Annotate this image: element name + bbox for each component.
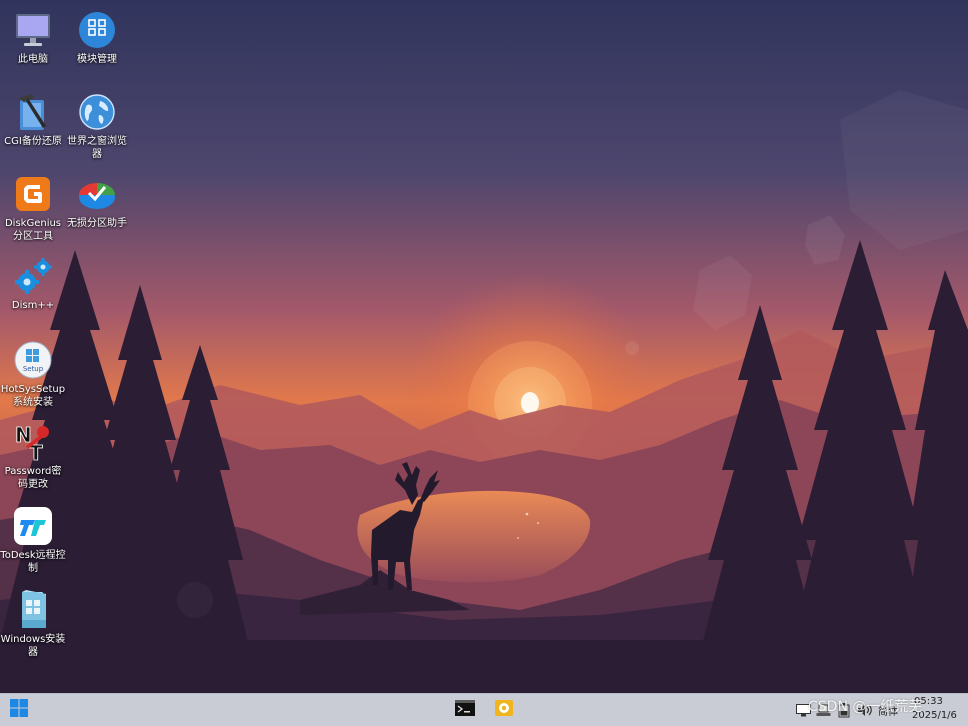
password-key-icon: N T xyxy=(13,422,53,462)
module-manager-icon xyxy=(77,10,117,50)
gears-icon xyxy=(13,256,53,296)
terminal-icon xyxy=(455,700,475,720)
windows-start-icon xyxy=(10,699,28,721)
globe-browser-icon xyxy=(77,92,117,132)
desktop-icon-cgi-backup[interactable]: CGI备份还原 xyxy=(0,92,66,148)
desktop-icon-todesk[interactable]: ToDesk远程控制 xyxy=(0,506,66,575)
watermark: CSDN @一纸荒芜 xyxy=(808,699,923,715)
todesk-icon xyxy=(13,506,53,546)
icon-label: 模块管理 xyxy=(77,54,117,65)
taskbar-app-media[interactable] xyxy=(491,697,517,723)
setup-badge: Setup xyxy=(23,365,44,373)
desktop-icon-hotsyssetup[interactable]: Setup HotSysSetup系统安装 xyxy=(0,340,66,409)
start-button[interactable] xyxy=(6,697,32,723)
computer-icon xyxy=(13,10,53,50)
icon-label: CGI备份还原 xyxy=(4,136,62,147)
setup-icon: Setup xyxy=(13,340,53,380)
desktop-icon-computer[interactable]: 此电脑 xyxy=(0,10,66,66)
media-app-icon xyxy=(494,699,514,721)
desktop-icon-module-manager[interactable]: 模块管理 xyxy=(64,10,130,66)
icon-label: Dism++ xyxy=(11,300,55,311)
icon-label: Windows安装器 xyxy=(0,634,66,658)
icon-label: 世界之窗浏览器 xyxy=(67,136,127,160)
desktop-icon-diskgenius[interactable]: DiskGenius分区工具 xyxy=(0,174,66,243)
desktop-icon-password[interactable]: N T Password密码更改 xyxy=(0,422,66,491)
desktop-icon-partition-assistant[interactable]: 无损分区助手 xyxy=(64,174,130,230)
icon-label: DiskGenius分区工具 xyxy=(4,218,62,242)
taskbar-app-cmd[interactable] xyxy=(452,697,478,723)
wallpaper xyxy=(0,0,968,693)
icon-label: ToDesk远程控制 xyxy=(0,550,66,574)
icon-label: HotSysSetup系统安装 xyxy=(0,384,66,408)
icon-label: Password密码更改 xyxy=(4,466,62,490)
windows-installer-icon xyxy=(13,590,53,630)
cgi-backup-icon xyxy=(13,92,53,132)
desktop-icon-dism[interactable]: Dism++ xyxy=(0,256,66,312)
desktop-icon-browser[interactable]: 世界之窗浏览器 xyxy=(64,92,130,161)
icon-label: 此电脑 xyxy=(18,54,48,65)
diskgenius-icon xyxy=(13,174,53,214)
partition-assistant-icon xyxy=(77,174,117,214)
desktop-icon-windows-installer[interactable]: Windows安装器 xyxy=(0,590,66,659)
icon-label: 无损分区助手 xyxy=(67,218,127,229)
desktop: 此电脑 模块管理 CGI备份还原 世界之窗浏览器 DiskGenius分区工具 … xyxy=(0,0,968,693)
